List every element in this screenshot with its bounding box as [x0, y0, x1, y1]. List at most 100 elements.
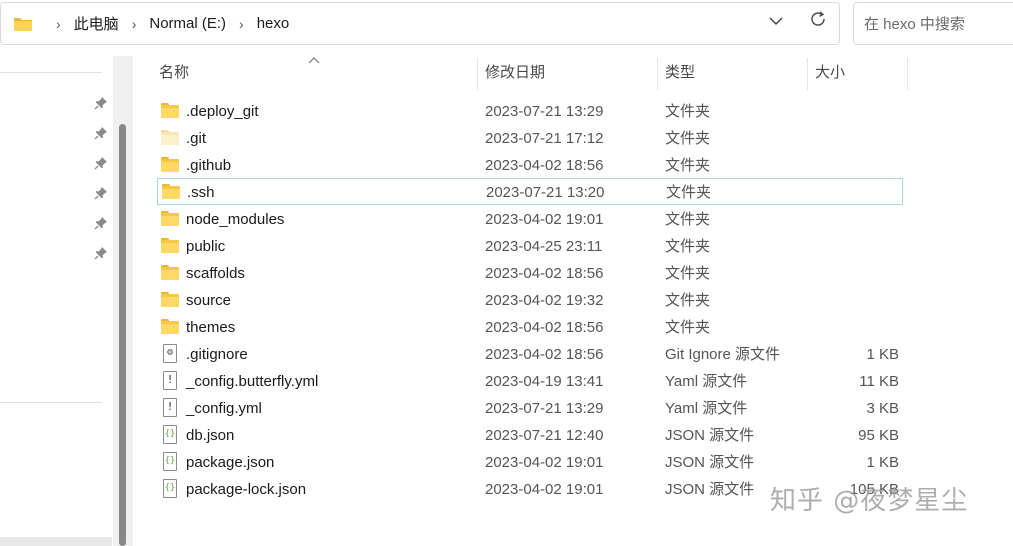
file-size: 1 KB [866, 454, 899, 471]
refresh-button[interactable] [807, 10, 829, 32]
file-name: .ssh [187, 184, 215, 201]
json-file-icon: {} [161, 452, 179, 471]
list-item[interactable]: node_modules 2023-04-02 19:01 文件夹 [157, 206, 903, 233]
folder-icon [161, 157, 179, 173]
address-bar[interactable]: › 此电脑 › Normal (E:) › hexo [0, 2, 840, 45]
list-item-selected[interactable]: .ssh 2023-07-21 13:20 文件夹 [157, 178, 903, 205]
pin-icon[interactable] [94, 246, 108, 260]
file-modified: 2023-04-02 18:56 [485, 319, 604, 336]
file-name: _config.butterfly.yml [186, 373, 319, 390]
file-type: JSON 源文件 [665, 427, 755, 444]
column-header-name[interactable]: 名称 [159, 56, 189, 92]
column-header-type[interactable]: 类型 [665, 56, 695, 92]
file-modified: 2023-07-21 13:29 [485, 103, 604, 120]
file-size: 11 KB [859, 373, 899, 390]
pin-icon[interactable] [94, 186, 108, 200]
settings-file-icon: ⚙ [161, 344, 179, 363]
file-type: 文件夹 [666, 184, 712, 201]
column-divider[interactable] [657, 58, 658, 90]
folder-icon [161, 319, 179, 335]
list-item[interactable]: ! _config.butterfly.yml 2023-04-19 13:41… [157, 368, 903, 395]
navigation-pane [0, 56, 118, 546]
list-item[interactable]: .deploy_git 2023-07-21 13:29 文件夹 [157, 98, 903, 125]
folder-icon [161, 103, 179, 119]
file-size: 95 KB [858, 427, 899, 444]
pin-icon[interactable] [94, 96, 108, 110]
list-item[interactable]: {} package.json 2023-04-02 19:01 JSON 源文… [157, 449, 903, 476]
list-item[interactable]: ⚙ .gitignore 2023-04-02 18:56 Git Ignore… [157, 341, 903, 368]
file-modified: 2023-07-21 12:40 [485, 427, 604, 444]
pin-icon[interactable] [94, 156, 108, 170]
pin-icon[interactable] [94, 216, 108, 230]
file-type: JSON 源文件 [665, 481, 755, 498]
breadcrumb-drive[interactable]: Normal (E:) [149, 15, 226, 32]
file-name: scaffolds [186, 265, 245, 282]
chevron-down-icon [769, 13, 783, 30]
file-name: source [186, 292, 232, 309]
folder-icon [161, 238, 179, 254]
folder-icon [161, 292, 179, 308]
list-item[interactable]: ! _config.yml 2023-07-21 13:29 Yaml 源文件 … [157, 395, 903, 422]
list-item[interactable]: .github 2023-04-02 18:56 文件夹 [157, 152, 903, 179]
file-type: Git Ignore 源文件 [665, 346, 781, 363]
list-item[interactable]: {} db.json 2023-07-21 12:40 JSON 源文件 95 … [157, 422, 903, 449]
file-name: .github [186, 157, 232, 174]
file-modified: 2023-04-02 19:32 [485, 292, 604, 309]
file-modified: 2023-04-02 19:01 [485, 481, 604, 498]
folder-icon [161, 211, 179, 227]
file-type: Yaml 源文件 [665, 400, 748, 417]
column-header-row: 名称 修改日期 类型 大小 [134, 56, 1013, 92]
column-divider[interactable] [907, 58, 908, 90]
list-item[interactable]: themes 2023-04-02 18:56 文件夹 [157, 314, 903, 341]
file-name: themes [186, 319, 236, 336]
file-name: db.json [186, 427, 235, 444]
file-type: 文件夹 [665, 211, 711, 228]
list-item[interactable]: .git 2023-07-21 17:12 文件夹 [157, 125, 903, 152]
column-divider[interactable] [477, 58, 478, 90]
breadcrumb-separator: › [131, 15, 137, 32]
file-type: 文件夹 [665, 319, 711, 336]
breadcrumb-current-folder[interactable]: hexo [257, 15, 290, 32]
history-dropdown-button[interactable] [765, 10, 787, 32]
file-type: 文件夹 [665, 265, 711, 282]
pin-icon[interactable] [94, 126, 108, 140]
file-type: Yaml 源文件 [665, 373, 748, 390]
file-name: package-lock.json [186, 481, 307, 498]
search-box[interactable]: 在 hexo 中搜索 [853, 2, 1013, 45]
json-file-icon: {} [161, 425, 179, 444]
breadcrumb-this-pc[interactable]: 此电脑 [74, 13, 119, 34]
nav-scrollbar-thumb[interactable] [119, 124, 126, 546]
file-modified: 2023-07-21 17:12 [485, 130, 604, 147]
file-name: .gitignore [186, 346, 248, 363]
sort-ascending-icon [308, 53, 320, 67]
file-modified: 2023-04-02 19:01 [485, 454, 604, 471]
yaml-file-icon: ! [161, 398, 179, 417]
file-name: node_modules [186, 211, 285, 228]
file-modified: 2023-07-21 13:20 [486, 184, 605, 201]
file-type: 文件夹 [665, 238, 711, 255]
list-item[interactable]: source 2023-04-02 19:32 文件夹 [157, 287, 903, 314]
nav-horizontal-scrollbar[interactable] [0, 537, 112, 546]
breadcrumb-separator: › [239, 15, 244, 32]
file-name: public [186, 238, 226, 255]
address-toolbar: › 此电脑 › Normal (E:) › hexo 在 hexo 中搜索 [0, 0, 1013, 46]
list-item[interactable]: public 2023-04-25 23:11 文件夹 [157, 233, 903, 260]
column-divider[interactable] [807, 58, 808, 90]
file-modified: 2023-04-02 18:56 [485, 157, 604, 174]
folder-icon [162, 184, 180, 200]
file-modified: 2023-04-02 18:56 [485, 265, 604, 282]
file-name: package.json [186, 454, 275, 471]
file-modified: 2023-04-02 19:01 [485, 211, 604, 228]
hidden-folder-icon [161, 130, 179, 146]
file-name: .deploy_git [186, 103, 259, 120]
column-header-modified[interactable]: 修改日期 [485, 56, 545, 92]
breadcrumb-separator: › [56, 15, 61, 32]
file-type: 文件夹 [665, 292, 711, 309]
file-modified: 2023-04-02 18:56 [485, 346, 604, 363]
file-name: .git [186, 130, 207, 147]
column-header-size[interactable]: 大小 [815, 56, 845, 92]
file-name: _config.yml [186, 400, 262, 417]
file-modified: 2023-04-25 23:11 [485, 238, 603, 255]
list-item[interactable]: scaffolds 2023-04-02 18:56 文件夹 [157, 260, 903, 287]
search-input[interactable]: 在 hexo 中搜索 [864, 13, 965, 34]
